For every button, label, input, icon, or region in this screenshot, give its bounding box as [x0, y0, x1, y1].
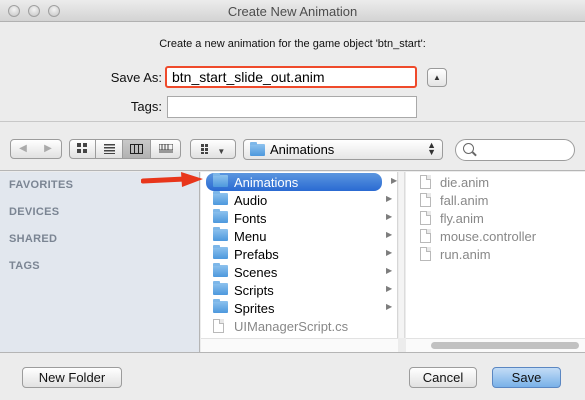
save-dialog: Create New Animation Create a new animat…: [0, 0, 585, 400]
coverflow-view-icon: [158, 143, 173, 153]
sidebar-section-favorites[interactable]: FAVORITES: [9, 179, 73, 191]
file-icon: [420, 247, 431, 261]
list-item-prefabs[interactable]: Prefabs ▶: [206, 245, 393, 263]
search-input[interactable]: [455, 139, 575, 161]
file-icon: [420, 229, 431, 243]
search-icon: [463, 143, 474, 154]
chevron-right-icon: ▶: [391, 176, 398, 185]
item-label: mouse.controller: [440, 229, 537, 244]
chevron-right-icon: ▶: [386, 266, 393, 275]
chevron-down-icon: ▼: [217, 147, 226, 156]
item-label: Fonts: [234, 211, 267, 226]
save-as-field[interactable]: btn_start_slide_out.anim: [165, 66, 417, 88]
title-bar: Create New Animation: [0, 0, 585, 22]
list-view-button[interactable]: [96, 139, 123, 159]
chevron-right-icon: ▶: [386, 212, 393, 221]
item-label: Sprites: [234, 301, 275, 316]
chevron-right-icon: ▶: [386, 194, 393, 203]
sidebar-section-tags[interactable]: TAGS: [9, 260, 40, 272]
browser-column-2: die.anim fall.anim fly.anim mouse.contro…: [406, 172, 585, 338]
folder-icon: [213, 209, 228, 223]
folder-icon: [213, 227, 228, 241]
item-label: run.anim: [440, 247, 491, 262]
item-label: Scenes: [234, 265, 278, 280]
folder-icon: [213, 191, 228, 205]
sidebar: FAVORITES DEVICES SHARED TAGS: [0, 172, 200, 352]
save-as-label: Save As:: [110, 70, 162, 85]
button-bar: New Folder Cancel Save: [0, 352, 585, 400]
file-icon: [420, 175, 431, 189]
item-label: die.anim: [440, 175, 490, 190]
form-area: Create a new animation for the game obje…: [0, 23, 585, 120]
column-divider[interactable]: [399, 172, 405, 338]
folder-icon: [213, 173, 228, 187]
cancel-button[interactable]: Cancel: [409, 367, 477, 388]
list-item-uimanagerscript[interactable]: UIManagerScript.cs: [206, 317, 391, 335]
back-arrow-icon: ◀: [19, 143, 27, 154]
item-label: fall.anim: [440, 193, 489, 208]
sidebar-section-shared[interactable]: SHARED: [9, 233, 57, 245]
file-icon: [213, 319, 224, 333]
icon-view-icon: [77, 143, 87, 153]
window-title: Create New Animation: [227, 4, 358, 19]
folder-icon: [213, 245, 228, 259]
red-arrow-annotation: [141, 172, 203, 187]
horizontal-scrollbar-1[interactable]: [201, 338, 398, 352]
file-icon: [420, 211, 431, 225]
dialog-prompt: Create a new animation for the game obje…: [159, 38, 426, 50]
chevron-right-icon: ▶: [386, 284, 393, 293]
browser-column-1: Animations ▶ Audio ▶ Fonts ▶ Menu ▶ Pref…: [201, 172, 398, 338]
location-popup[interactable]: Animations ▲ ▼: [243, 139, 443, 160]
list-item-sprites[interactable]: Sprites ▶: [206, 299, 393, 317]
icon-view-button[interactable]: [69, 139, 96, 159]
folder-icon: [213, 299, 228, 313]
file-icon: [420, 193, 431, 207]
arrange-dropdown[interactable]: ▼: [190, 139, 236, 159]
collapse-button[interactable]: ▲: [427, 68, 447, 87]
item-label: Animations: [234, 175, 299, 190]
sidebar-section-devices[interactable]: DEVICES: [9, 206, 59, 218]
item-label: UIManagerScript.cs: [234, 319, 349, 334]
column-view-icon: [130, 144, 143, 154]
forward-arrow-icon: ▶: [44, 143, 52, 154]
chevron-right-icon: ▶: [386, 302, 393, 311]
toolbar: ◀ ▶ ▼ Animations ▲ ▼: [0, 121, 585, 171]
item-label: Prefabs: [234, 247, 279, 262]
chevron-right-icon: ▶: [386, 248, 393, 257]
item-label: Menu: [234, 229, 267, 244]
new-folder-button[interactable]: New Folder: [22, 367, 122, 388]
forward-button[interactable]: ▶: [35, 139, 62, 159]
folder-icon: [213, 263, 228, 277]
item-label: fly.anim: [440, 211, 484, 226]
tags-label: Tags:: [130, 99, 162, 114]
horizontal-scrollbar-2[interactable]: [406, 338, 585, 352]
scrollbar-thumb[interactable]: [431, 342, 579, 349]
chevron-up-icon: ▲: [433, 73, 441, 82]
list-item-fonts[interactable]: Fonts ▶: [206, 209, 393, 227]
coverflow-view-button[interactable]: [151, 139, 181, 159]
back-button[interactable]: ◀: [10, 139, 36, 159]
list-view-icon: [103, 144, 115, 154]
chevron-right-icon: ▶: [386, 230, 393, 239]
location-label: Animations: [270, 142, 335, 157]
item-label: Audio: [234, 193, 268, 208]
tags-field[interactable]: [167, 96, 417, 118]
list-item-animations[interactable]: Animations ▶: [206, 173, 397, 191]
list-item-scenes[interactable]: Scenes ▶: [206, 263, 393, 281]
updown-arrows-icon: ▲ ▼: [427, 140, 436, 157]
column-view-button[interactable]: [123, 139, 151, 159]
save-button[interactable]: Save: [492, 367, 561, 388]
folder-icon: [213, 281, 228, 295]
list-item-scripts[interactable]: Scripts ▶: [206, 281, 393, 299]
grid-icon: [200, 144, 208, 154]
list-item-audio[interactable]: Audio ▶: [206, 191, 393, 209]
list-item-menu[interactable]: Menu ▶: [206, 227, 393, 245]
item-label: Scripts: [234, 283, 274, 298]
folder-icon: [250, 142, 265, 156]
